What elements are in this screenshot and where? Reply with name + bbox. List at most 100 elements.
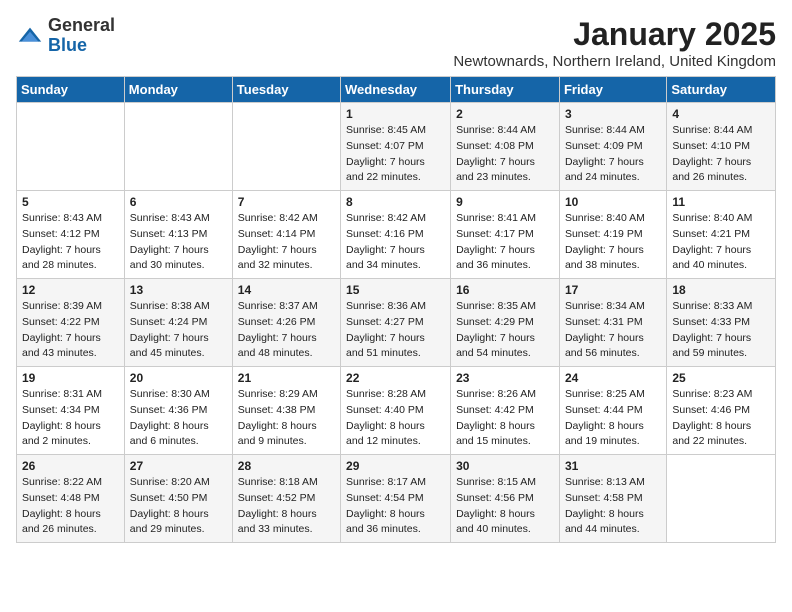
calendar-cell xyxy=(667,455,776,543)
day-info: Sunrise: 8:37 AMSunset: 4:26 PMDaylight:… xyxy=(238,299,335,362)
calendar-cell: 15 Sunrise: 8:36 AMSunset: 4:27 PMDayligh… xyxy=(341,279,451,367)
day-number: 6 xyxy=(130,195,227,209)
logo-blue: Blue xyxy=(48,36,115,56)
day-info: Sunrise: 8:22 AMSunset: 4:48 PMDaylight:… xyxy=(22,475,119,538)
calendar-cell: 6 Sunrise: 8:43 AMSunset: 4:13 PMDaylight… xyxy=(124,191,232,279)
calendar-cell: 11Sunrise: 8:40 AMSunset: 4:21 PMDayligh… xyxy=(667,191,776,279)
page-header: General Blue January 2025 Newtownards, N… xyxy=(16,16,776,70)
calendar-cell: 4Sunrise: 8:44 AMSunset: 4:10 PMDaylight… xyxy=(667,103,776,191)
day-number: 1 xyxy=(346,107,445,121)
day-info: Sunrise: 8:34 AMSunset: 4:31 PMDaylight:… xyxy=(565,299,661,362)
calendar-cell: 19 Sunrise: 8:31 AMSunset: 4:34 PMDayligh… xyxy=(17,367,125,455)
day-header-wednesday: Wednesday xyxy=(341,77,451,103)
day-info: Sunrise: 8:35 AMSunset: 4:29 PMDaylight:… xyxy=(456,299,554,362)
calendar-table: SundayMondayTuesdayWednesdayThursdayFrid… xyxy=(16,76,776,543)
day-info: Sunrise: 8:40 AMSunset: 4:19 PMDaylight:… xyxy=(565,211,661,274)
calendar-cell: 30 Sunrise: 8:15 AMSunset: 4:56 PMDayligh… xyxy=(451,455,560,543)
calendar-cell: 31 Sunrise: 8:13 AMSunset: 4:58 PMDayligh… xyxy=(559,455,666,543)
logo-text: General Blue xyxy=(48,16,115,56)
calendar-cell: 25 Sunrise: 8:23 AMSunset: 4:46 PMDayligh… xyxy=(667,367,776,455)
day-number: 22 xyxy=(346,371,445,385)
day-number: 23 xyxy=(456,371,554,385)
day-info: Sunrise: 8:39 AMSunset: 4:22 PMDaylight:… xyxy=(22,299,119,362)
calendar-cell: 20Sunrise: 8:30 AMSunset: 4:36 PMDayligh… xyxy=(124,367,232,455)
logo-general: General xyxy=(48,16,115,36)
calendar-week-5: 26Sunrise: 8:22 AMSunset: 4:48 PMDayligh… xyxy=(17,455,776,543)
calendar-cell: 24Sunrise: 8:25 AMSunset: 4:44 PMDayligh… xyxy=(559,367,666,455)
title-block: January 2025 Newtownards, Northern Irela… xyxy=(453,16,776,70)
calendar-cell: 21 Sunrise: 8:29 AMSunset: 4:38 PMDayligh… xyxy=(232,367,340,455)
day-number: 18 xyxy=(672,283,770,297)
day-number: 10 xyxy=(565,195,661,209)
calendar-cell: 9Sunrise: 8:41 AMSunset: 4:17 PMDaylight… xyxy=(451,191,560,279)
day-info: Sunrise: 8:43 AMSunset: 4:12 PMDaylight:… xyxy=(22,211,119,274)
day-info: Sunrise: 8:29 AMSunset: 4:38 PMDaylight:… xyxy=(238,387,335,450)
day-header-friday: Friday xyxy=(559,77,666,103)
location-title: Newtownards, Northern Ireland, United Ki… xyxy=(453,53,776,70)
day-number: 29 xyxy=(346,459,445,473)
day-info: Sunrise: 8:40 AMSunset: 4:21 PMDaylight:… xyxy=(672,211,770,274)
day-info: Sunrise: 8:43 AMSunset: 4:13 PMDaylight:… xyxy=(130,211,227,274)
day-info: Sunrise: 8:42 AMSunset: 4:14 PMDaylight:… xyxy=(238,211,335,274)
day-info: Sunrise: 8:44 AMSunset: 4:08 PMDaylight:… xyxy=(456,123,554,186)
day-number: 19 xyxy=(22,371,119,385)
calendar-week-2: 5Sunrise: 8:43 AMSunset: 4:12 PMDaylight… xyxy=(17,191,776,279)
day-number: 27 xyxy=(130,459,227,473)
calendar-cell xyxy=(17,103,125,191)
calendar-cell: 1 Sunrise: 8:45 AMSunset: 4:07 PMDaylight… xyxy=(341,103,451,191)
day-info: Sunrise: 8:28 AMSunset: 4:40 PMDaylight:… xyxy=(346,387,445,450)
calendar-week-3: 12 Sunrise: 8:39 AMSunset: 4:22 PMDayligh… xyxy=(17,279,776,367)
calendar-cell: 23 Sunrise: 8:26 AMSunset: 4:42 PMDayligh… xyxy=(451,367,560,455)
calendar-cell: 13Sunrise: 8:38 AMSunset: 4:24 PMDayligh… xyxy=(124,279,232,367)
calendar-cell: 28 Sunrise: 8:18 AMSunset: 4:52 PMDayligh… xyxy=(232,455,340,543)
day-info: Sunrise: 8:44 AMSunset: 4:09 PMDaylight:… xyxy=(565,123,661,186)
day-number: 3 xyxy=(565,107,661,121)
day-number: 25 xyxy=(672,371,770,385)
day-header-sunday: Sunday xyxy=(17,77,125,103)
day-number: 12 xyxy=(22,283,119,297)
day-info: Sunrise: 8:18 AMSunset: 4:52 PMDaylight:… xyxy=(238,475,335,538)
day-number: 2 xyxy=(456,107,554,121)
calendar-cell xyxy=(124,103,232,191)
day-header-saturday: Saturday xyxy=(667,77,776,103)
calendar-cell: 16 Sunrise: 8:35 AMSunset: 4:29 PMDayligh… xyxy=(451,279,560,367)
logo-icon xyxy=(16,22,44,50)
day-number: 17 xyxy=(565,283,661,297)
calendar-week-1: 1 Sunrise: 8:45 AMSunset: 4:07 PMDaylight… xyxy=(17,103,776,191)
calendar-cell: 22 Sunrise: 8:28 AMSunset: 4:40 PMDayligh… xyxy=(341,367,451,455)
calendar-header-row: SundayMondayTuesdayWednesdayThursdayFrid… xyxy=(17,77,776,103)
day-info: Sunrise: 8:23 AMSunset: 4:46 PMDaylight:… xyxy=(672,387,770,450)
calendar-cell: 14 Sunrise: 8:37 AMSunset: 4:26 PMDayligh… xyxy=(232,279,340,367)
day-info: Sunrise: 8:17 AMSunset: 4:54 PMDaylight:… xyxy=(346,475,445,538)
calendar-cell: 5Sunrise: 8:43 AMSunset: 4:12 PMDaylight… xyxy=(17,191,125,279)
calendar-cell: 3 Sunrise: 8:44 AMSunset: 4:09 PMDaylight… xyxy=(559,103,666,191)
day-info: Sunrise: 8:31 AMSunset: 4:34 PMDaylight:… xyxy=(22,387,119,450)
calendar-cell: 27 Sunrise: 8:20 AMSunset: 4:50 PMDayligh… xyxy=(124,455,232,543)
day-number: 21 xyxy=(238,371,335,385)
day-info: Sunrise: 8:20 AMSunset: 4:50 PMDaylight:… xyxy=(130,475,227,538)
day-info: Sunrise: 8:13 AMSunset: 4:58 PMDaylight:… xyxy=(565,475,661,538)
day-info: Sunrise: 8:15 AMSunset: 4:56 PMDaylight:… xyxy=(456,475,554,538)
calendar-cell xyxy=(232,103,340,191)
day-number: 15 xyxy=(346,283,445,297)
day-info: Sunrise: 8:41 AMSunset: 4:17 PMDaylight:… xyxy=(456,211,554,274)
day-number: 24 xyxy=(565,371,661,385)
calendar-cell: 8 Sunrise: 8:42 AMSunset: 4:16 PMDaylight… xyxy=(341,191,451,279)
day-header-monday: Monday xyxy=(124,77,232,103)
day-info: Sunrise: 8:45 AMSunset: 4:07 PMDaylight:… xyxy=(346,123,445,186)
day-info: Sunrise: 8:42 AMSunset: 4:16 PMDaylight:… xyxy=(346,211,445,274)
calendar-cell: 29 Sunrise: 8:17 AMSunset: 4:54 PMDayligh… xyxy=(341,455,451,543)
calendar-cell: 18Sunrise: 8:33 AMSunset: 4:33 PMDayligh… xyxy=(667,279,776,367)
day-number: 31 xyxy=(565,459,661,473)
calendar-cell: 7Sunrise: 8:42 AMSunset: 4:14 PMDaylight… xyxy=(232,191,340,279)
calendar-cell: 17 Sunrise: 8:34 AMSunset: 4:31 PMDayligh… xyxy=(559,279,666,367)
day-info: Sunrise: 8:36 AMSunset: 4:27 PMDaylight:… xyxy=(346,299,445,362)
day-number: 8 xyxy=(346,195,445,209)
day-number: 14 xyxy=(238,283,335,297)
day-number: 30 xyxy=(456,459,554,473)
day-info: Sunrise: 8:26 AMSunset: 4:42 PMDaylight:… xyxy=(456,387,554,450)
calendar-cell: 10 Sunrise: 8:40 AMSunset: 4:19 PMDayligh… xyxy=(559,191,666,279)
day-header-tuesday: Tuesday xyxy=(232,77,340,103)
day-number: 28 xyxy=(238,459,335,473)
day-number: 16 xyxy=(456,283,554,297)
